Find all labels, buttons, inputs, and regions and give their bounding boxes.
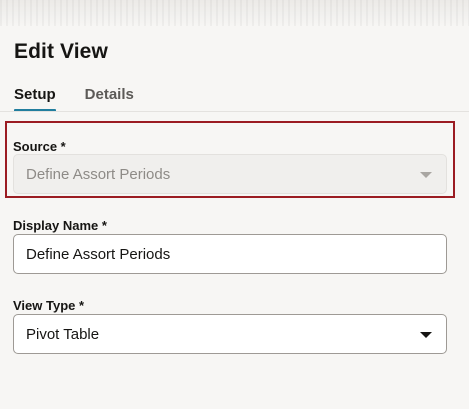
view-type-select[interactable]: Pivot Table — [13, 314, 447, 354]
tab-setup[interactable]: Setup — [14, 86, 56, 112]
display-name-value: Define Assort Periods — [26, 245, 171, 263]
tabs-divider — [0, 111, 469, 112]
source-select: Define Assort Periods — [13, 154, 447, 194]
view-type-value: Pivot Table — [26, 325, 100, 343]
display-name-label: Display Name * — [13, 218, 107, 233]
display-name-input[interactable]: Define Assort Periods — [13, 234, 447, 274]
tab-details[interactable]: Details — [85, 86, 134, 111]
source-label: Source * — [13, 139, 66, 154]
page-title: Edit View — [14, 40, 108, 63]
chevron-down-icon — [420, 172, 432, 178]
source-value: Define Assort Periods — [26, 165, 171, 183]
top-banner-strip — [0, 0, 469, 26]
chevron-down-icon[interactable] — [420, 332, 432, 338]
view-type-label: View Type * — [13, 298, 85, 313]
tab-bar: Setup Details — [14, 86, 134, 112]
